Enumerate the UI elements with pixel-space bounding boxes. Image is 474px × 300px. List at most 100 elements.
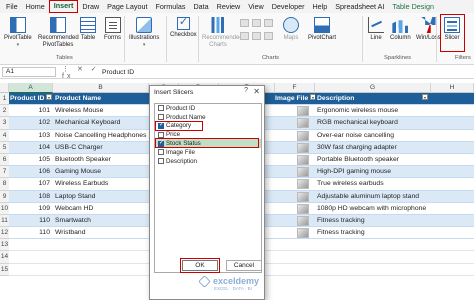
row-header[interactable]: 15	[0, 263, 9, 276]
row-header[interactable]: 4	[0, 129, 9, 142]
cell-product-id[interactable]: 101	[9, 105, 53, 117]
row-header[interactable]: 11	[0, 214, 9, 228]
product-image-thumbnail[interactable]	[297, 142, 309, 153]
product-image-thumbnail[interactable]	[297, 106, 309, 117]
tab-spreadsheet-ai[interactable]: Spreadsheet AI	[331, 0, 388, 13]
name-box[interactable]: A1	[2, 67, 56, 77]
tab-developer[interactable]: Developer	[268, 0, 309, 13]
cell-description[interactable]: RGB mechanical keyboard	[317, 117, 467, 129]
column-header-g[interactable]: G	[315, 83, 431, 93]
cell-product-name[interactable]: Gaming Mouse	[55, 166, 155, 178]
slicer-option[interactable]: Product ID	[155, 104, 261, 113]
pivot-chart-button[interactable]: PivotChart	[308, 15, 336, 42]
cell-description[interactable]: Adjustable aluminum laptop stand	[317, 191, 467, 203]
row-header[interactable]: 12	[0, 227, 9, 240]
tab-draw[interactable]: Draw	[78, 0, 103, 13]
checkbox[interactable]	[158, 105, 164, 112]
cell-product-name[interactable]: Smartwatch	[55, 215, 155, 227]
tab-home[interactable]: Home	[22, 0, 49, 13]
cell-product-id[interactable]: 103	[9, 130, 53, 142]
product-image-thumbnail[interactable]	[297, 167, 309, 178]
recommended-charts-button[interactable]: Recommended Charts	[202, 15, 243, 48]
cell-product-name[interactable]: Wristband	[55, 227, 155, 239]
slicer-option[interactable]: Category	[155, 120, 261, 131]
product-image-thumbnail[interactable]	[297, 215, 309, 226]
slicer-option[interactable]: Image File	[155, 148, 261, 157]
row-header[interactable]: 6	[0, 153, 9, 167]
cancel-button[interactable]: Cancel	[226, 260, 262, 271]
tab-table-design[interactable]: Table Design	[388, 0, 438, 13]
column-header-h[interactable]: H	[431, 83, 474, 93]
checkbox[interactable]	[158, 131, 164, 138]
close-icon[interactable]: ✕	[253, 87, 260, 96]
sparkline-column-button[interactable]: Column	[390, 15, 411, 42]
cell-product-id[interactable]: 102	[9, 117, 53, 129]
checkbox-button[interactable]: Checkbox	[170, 15, 197, 39]
tab-review[interactable]: Review	[213, 0, 245, 13]
cell-description[interactable]: 1080p HD webcam with microphone	[317, 203, 467, 215]
chart-type-area-button[interactable]	[252, 30, 261, 40]
chart-type-bar-button[interactable]	[240, 30, 249, 40]
tab-view[interactable]: View	[244, 0, 267, 13]
cell-description[interactable]: 30W fast charging adapter	[317, 142, 467, 154]
column-header-a[interactable]: A	[9, 83, 53, 93]
cell-description[interactable]: Portable Bluetooth speaker	[317, 154, 467, 166]
cell-product-id[interactable]: 110	[9, 227, 53, 239]
slicer-option[interactable]: Stock Status	[155, 138, 261, 149]
header-description[interactable]: Description	[317, 93, 433, 105]
cell-product-id[interactable]: 107	[9, 178, 53, 190]
product-image-thumbnail[interactable]	[297, 130, 309, 141]
cell-description[interactable]: Fitness tracking	[317, 227, 467, 239]
chart-type-column-button[interactable]	[240, 17, 249, 27]
product-image-thumbnail[interactable]	[297, 118, 309, 129]
select-all-corner[interactable]	[0, 83, 9, 93]
pivot-table-button[interactable]: PivotTable ▾	[4, 15, 32, 48]
cell-product-id[interactable]: 104	[9, 142, 53, 154]
help-icon[interactable]: ?	[244, 87, 248, 94]
column-header-b[interactable]: B	[53, 83, 149, 93]
filter-dropdown-icon[interactable]	[46, 94, 52, 101]
cell-description[interactable]: High-DPI gaming mouse	[317, 166, 467, 178]
tab-help[interactable]: Help	[308, 0, 331, 13]
filter-dropdown-icon[interactable]	[310, 94, 315, 101]
row-header[interactable]: 3	[0, 117, 9, 130]
chart-type-line-button[interactable]	[252, 17, 261, 27]
slicer-option[interactable]: Description	[155, 157, 261, 166]
row-header[interactable]: 2	[0, 105, 9, 118]
cell-product-id[interactable]: 109	[9, 203, 53, 215]
cell-product-name[interactable]: Wireless Mouse	[55, 105, 155, 117]
cell-product-id[interactable]: 110	[9, 215, 53, 227]
row-header[interactable]: 8	[0, 178, 9, 191]
forms-button[interactable]: Forms	[104, 15, 121, 42]
tab-file[interactable]: File	[2, 0, 22, 13]
cell-description[interactable]: Ergonomic wireless mouse	[317, 105, 467, 117]
cell-description[interactable]: Over-ear noise cancelling	[317, 130, 467, 142]
product-image-thumbnail[interactable]	[297, 191, 309, 202]
product-image-thumbnail[interactable]	[297, 228, 309, 239]
sparkline-line-button[interactable]: Line	[368, 15, 384, 42]
cell-product-id[interactable]: 105	[9, 154, 53, 166]
cell-product-name[interactable]: Laptop Stand	[55, 191, 155, 203]
tab-data[interactable]: Data	[189, 0, 212, 13]
header-image-file[interactable]: Image File	[275, 93, 315, 105]
cell-product-id[interactable]: 108	[9, 191, 53, 203]
row-header[interactable]: 9	[0, 190, 9, 203]
row-header[interactable]: 14	[0, 251, 9, 264]
checkbox[interactable]	[158, 158, 164, 165]
product-image-thumbnail[interactable]	[297, 154, 309, 165]
row-header[interactable]: 1	[0, 93, 9, 106]
cell-product-name[interactable]: Noise Cancelling Headphones	[55, 130, 155, 142]
illustrations-button[interactable]: Illustrations ▾	[129, 15, 159, 48]
chart-type-scatter-button[interactable]	[264, 30, 273, 40]
cell-product-name[interactable]: Mechanical Keyboard	[55, 117, 155, 129]
row-header[interactable]: 13	[0, 239, 9, 252]
tab-page-layout[interactable]: Page Layout	[103, 0, 151, 13]
recommended-pivot-button[interactable]: Recommended PivotTables	[38, 15, 79, 48]
cell-product-name[interactable]: Bluetooth Speaker	[55, 154, 155, 166]
cell-description[interactable]: Fitness tracking	[317, 215, 467, 227]
cell-product-name[interactable]: Webcam HD	[55, 203, 155, 215]
maps-button[interactable]: Maps	[283, 15, 299, 42]
row-header[interactable]: 7	[0, 166, 9, 179]
table-button[interactable]: Table	[80, 15, 96, 42]
cell-product-name[interactable]: Wireless Earbuds	[55, 178, 155, 190]
